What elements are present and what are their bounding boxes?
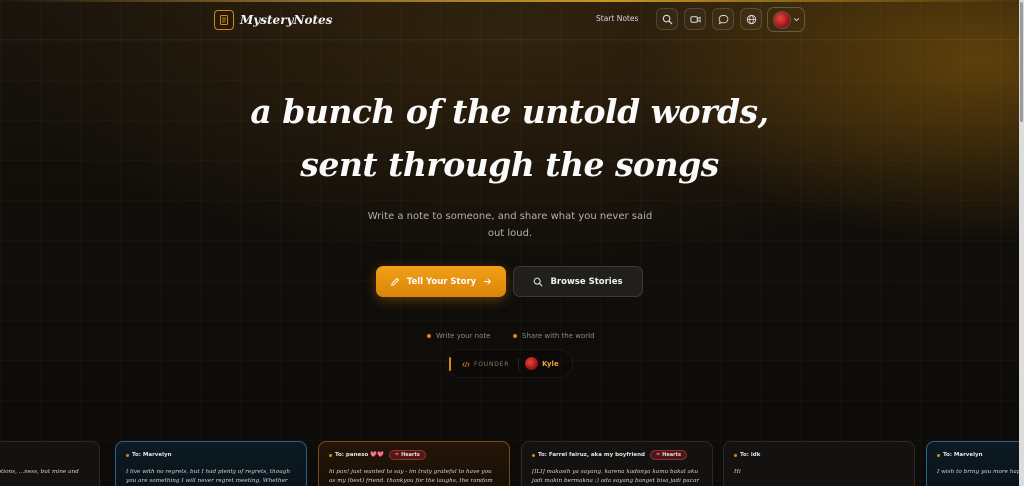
story-card-recipient: To: Farrel fairuz, aka my boyfriend bbox=[532, 452, 645, 458]
founder-label: FOUNDER bbox=[462, 361, 509, 368]
story-card-body: ...nes I'm older. Though emotions, ...ne… bbox=[0, 469, 79, 475]
story-card[interactable]: ...nes I'm older. Though emotions, ...ne… bbox=[0, 441, 100, 486]
page-scrollbar[interactable] bbox=[1019, 0, 1024, 486]
step-share-world: Share with the world bbox=[513, 332, 595, 340]
recipient-dot bbox=[329, 453, 332, 457]
step-write-note: Write your note bbox=[427, 332, 490, 340]
notebook-icon bbox=[214, 10, 234, 30]
browse-stories-button[interactable]: Browse Stories bbox=[513, 266, 643, 297]
heart-icon: ❤ bbox=[655, 452, 661, 458]
globe-icon bbox=[746, 14, 756, 24]
video-button[interactable] bbox=[684, 8, 706, 30]
search-button[interactable] bbox=[656, 8, 678, 30]
story-card[interactable]: To: paneso 💖💖 ❤ Hearts hi pan! just wante… bbox=[318, 441, 510, 486]
story-card[interactable]: To: Marvelyn I wish to bring you more ha… bbox=[926, 441, 1019, 486]
profile-menu-button[interactable] bbox=[767, 7, 805, 32]
story-card-header: To: paneso 💖💖 ❤ Hearts bbox=[329, 449, 499, 461]
story-card-tag-label: Hearts bbox=[401, 452, 420, 458]
recipient-dot bbox=[532, 453, 535, 457]
pencil-icon bbox=[391, 277, 399, 286]
story-card-header bbox=[0, 449, 89, 461]
story-card-recipient-text: To: Marvelyn bbox=[132, 452, 172, 458]
story-card-recipient-text: To: Marvelyn bbox=[943, 452, 983, 458]
founder-name: Kyle bbox=[542, 359, 559, 368]
story-card-recipient: To: Marvelyn bbox=[937, 452, 983, 458]
founder-badge[interactable]: FOUNDER Kyle bbox=[446, 349, 573, 378]
page: MysteryNotes Start Notes a bunch of the … bbox=[0, 0, 1019, 486]
story-card-tag: ❤ Hearts bbox=[649, 450, 687, 460]
code-icon bbox=[462, 361, 470, 368]
story-card-tag: ❤ Hearts bbox=[388, 450, 426, 460]
founder-divider bbox=[518, 358, 519, 371]
story-card-body: I live with no regrets, but I had plenty… bbox=[126, 469, 291, 484]
story-card-recipient: To: Marvelyn bbox=[126, 452, 172, 458]
story-card-recipient: To: idk bbox=[734, 452, 760, 458]
story-card[interactable]: To: Marvelyn I live with no regrets, but… bbox=[115, 441, 307, 486]
chat-button[interactable] bbox=[712, 8, 734, 30]
recipient-dot bbox=[126, 453, 129, 457]
story-card[interactable]: To: Farrel fairuz, aka my boyfriend ❤ Hea… bbox=[521, 441, 713, 486]
search-icon bbox=[534, 277, 543, 286]
story-card-body: Hi bbox=[734, 469, 741, 475]
avatar bbox=[772, 10, 791, 29]
story-card-tag-label: Hearts bbox=[662, 452, 681, 458]
story-card-body: I wish to bring you more happiness to, b… bbox=[937, 469, 1019, 475]
story-card-body: [ILI] makasih ya sayang, karena kadonya … bbox=[532, 469, 700, 484]
step-dot bbox=[427, 334, 431, 338]
story-card-recipient-text: To: idk bbox=[740, 452, 761, 458]
tell-your-story-button[interactable]: Tell Your Story bbox=[376, 266, 506, 297]
scrollbar-thumb[interactable] bbox=[1020, 2, 1023, 122]
step-share-world-label: Share with the world bbox=[522, 332, 595, 340]
story-card-recipient-text: To: paneso 💖💖 bbox=[335, 452, 384, 458]
founder-avatar bbox=[525, 357, 538, 370]
recipient-dot bbox=[937, 453, 940, 457]
story-card-header: To: Farrel fairuz, aka my boyfriend ❤ Hea… bbox=[532, 449, 702, 461]
story-card-header: To: Marvelyn bbox=[937, 449, 1019, 461]
start-notes-link[interactable]: Start Notes bbox=[596, 14, 638, 23]
search-icon bbox=[662, 14, 672, 24]
chevron-down-icon bbox=[793, 17, 799, 22]
story-card-recipient-text: To: Farrel fairuz, aka my boyfriend bbox=[538, 452, 645, 458]
founder-label-text: FOUNDER bbox=[474, 361, 510, 368]
story-card[interactable]: To: idk Hi bbox=[723, 441, 915, 486]
story-card-recipient: To: paneso 💖💖 bbox=[329, 452, 384, 458]
language-button[interactable] bbox=[740, 8, 762, 30]
step-dot bbox=[513, 334, 517, 338]
founder-user[interactable]: Kyle bbox=[525, 357, 559, 370]
story-card-header: To: idk bbox=[734, 449, 904, 461]
hero-headline-line-2: sent through the songs bbox=[300, 145, 719, 184]
arrow-right-icon bbox=[484, 278, 492, 285]
heart-icon: ❤ bbox=[394, 452, 400, 458]
founder-accent-bar bbox=[449, 357, 451, 371]
step-write-note-label: Write your note bbox=[436, 332, 491, 340]
hero-headline-line-1: a bunch of the untold words, bbox=[250, 92, 769, 131]
recipient-dot bbox=[734, 453, 737, 457]
story-card-body: hi pan! just wanted to say - im truly gr… bbox=[329, 469, 493, 484]
top-navigation: MysteryNotes Start Notes bbox=[0, 0, 1019, 40]
video-camera-icon bbox=[689, 15, 701, 23]
story-card-header: To: Marvelyn bbox=[126, 449, 296, 461]
hero-subtitle: Write a note to someone, and share what … bbox=[367, 211, 653, 239]
chat-bubble-icon bbox=[718, 14, 728, 24]
brand[interactable]: MysteryNotes bbox=[214, 10, 332, 30]
brand-name: MysteryNotes bbox=[240, 13, 333, 27]
browse-stories-label: Browse Stories bbox=[550, 276, 623, 287]
tell-your-story-label: Tell Your Story bbox=[406, 276, 477, 287]
